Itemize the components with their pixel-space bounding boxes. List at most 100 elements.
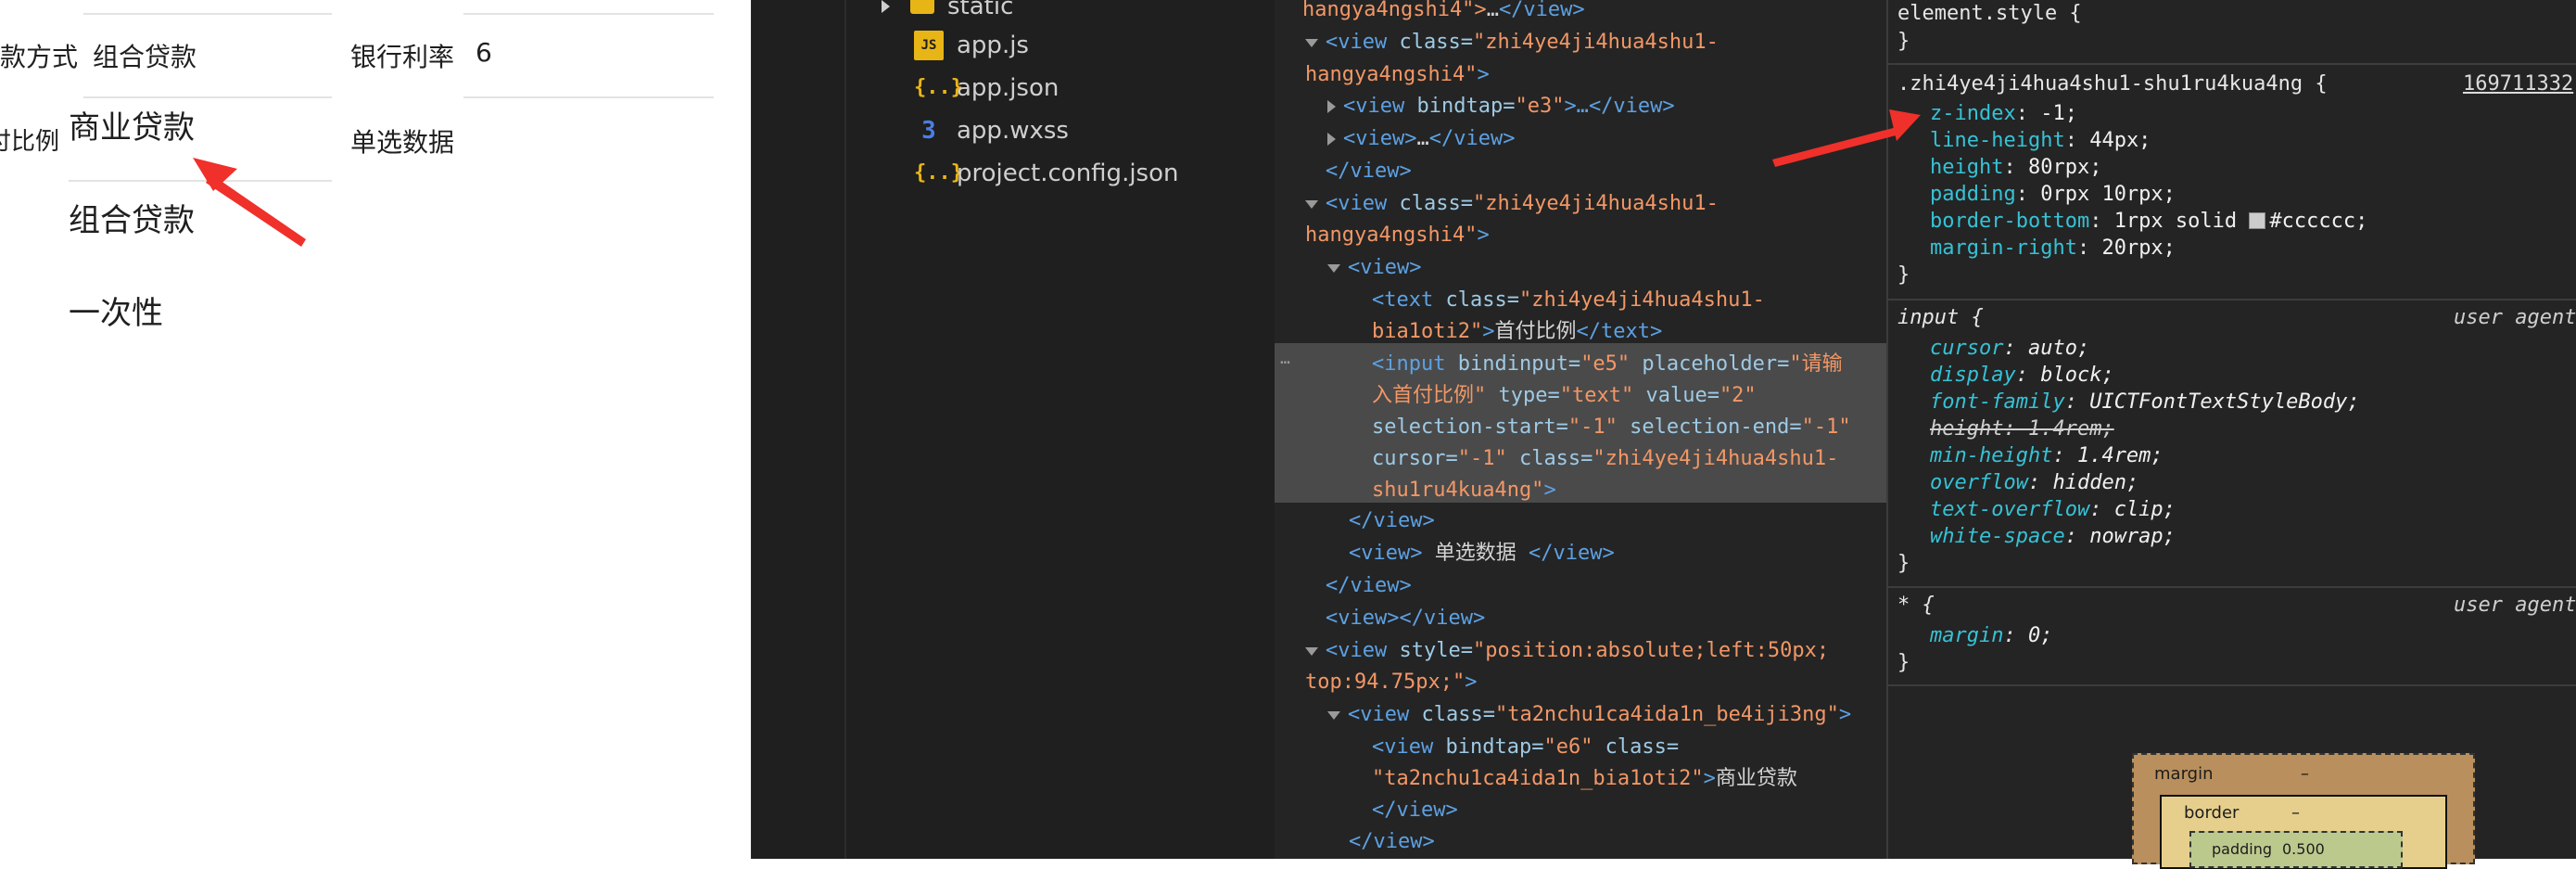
dom-line[interactable]: bia1oti2">首付比例</text>: [1372, 315, 1886, 348]
option-divider: [69, 180, 332, 182]
css-prop-font-family[interactable]: font-family: UICTFontTextStyleBody;: [1930, 389, 2360, 416]
dom-line[interactable]: "ta2nchu1ca4ida1n_bia1oti2">商业贷款: [1372, 762, 1886, 795]
css-prop-height-overridden[interactable]: height: 1.4rem;: [1930, 415, 2114, 443]
dom-line[interactable]: <view></view>: [1326, 602, 1886, 634]
box-model-padding-value: 0.500: [2282, 840, 2325, 858]
box-model-border-label: border: [2184, 803, 2240, 823]
dom-line[interactable]: <view bindtap="e6" class=: [1372, 731, 1886, 763]
radio-data-label: 单选数据: [350, 127, 455, 158]
collapse-arrow-icon[interactable]: [1327, 133, 1336, 146]
js-file-icon: JS: [914, 31, 944, 60]
dom-line[interactable]: </view>: [1326, 569, 1886, 602]
dom-line[interactable]: <view class="zhi4ye4ji4hua4shu1-: [1305, 26, 1886, 58]
dom-line[interactable]: <view bindtap="e3">…</view>: [1327, 90, 1886, 122]
box-model-margin-label: margin: [2154, 764, 2214, 784]
rule-close-brace: }: [1897, 30, 1910, 53]
rule-divider: [1888, 63, 2576, 65]
file-name: project.config.json: [957, 160, 1179, 187]
dom-line[interactable]: 入首付比例" type="text" value="2": [1372, 379, 1886, 412]
file-item-project-config[interactable]: {..} project.config.json: [914, 159, 1178, 188]
simulator-preview: 款方式 组合贷款 银行利率 6 付比例 单选数据 商业贷款 组合贷款 一次性: [0, 0, 751, 859]
row-divider: [463, 96, 714, 98]
css-prop-line-height[interactable]: line-height: 44px;: [1930, 127, 2151, 155]
box-model-padding-label: padding: [2212, 840, 2273, 858]
json-file-icon: {..}: [914, 76, 963, 99]
file-name: app.json: [957, 74, 1060, 102]
dom-line[interactable]: hangya4ngshi4">: [1305, 219, 1886, 251]
styles-panel: element.style { } .zhi4ye4ji4hua4shu1-sh…: [1886, 0, 2576, 859]
user-agent-label: user agent: [2454, 594, 2576, 617]
css-prop-border-bottom[interactable]: border-bottom: 1rpx solid #cccccc;: [1930, 208, 2367, 236]
expand-arrow-icon[interactable]: [1305, 199, 1318, 209]
rule1-selector[interactable]: .zhi4ye4ji4hua4shu1-shu1ru4kua4ng {: [1897, 70, 2328, 98]
css-prop-z-index[interactable]: z-index: -1;: [1930, 100, 2077, 128]
node-actions-ellipsis[interactable]: …: [1280, 349, 1290, 368]
dom-line-selected-input[interactable]: <input bindinput="e5" placeholder="请输: [1372, 348, 1886, 380]
elements-panel: hangya4ngshi4">…</view> <view class="zhi…: [1275, 0, 1886, 859]
file-name: app.js: [957, 32, 1029, 59]
rule-close-brace: }: [1897, 552, 1910, 575]
option-commercial-loan[interactable]: 商业贷款: [69, 102, 195, 147]
dom-line[interactable]: <view>…</view>: [1327, 122, 1886, 155]
dom-line[interactable]: hangya4ngshi4">: [1305, 58, 1886, 91]
row-divider: [83, 13, 332, 15]
color-swatch[interactable]: [2249, 212, 2266, 229]
file-item-static[interactable]: static: [882, 0, 1013, 20]
expand-arrow-icon[interactable]: [1305, 646, 1318, 656]
file-item-app-js[interactable]: JS app.js: [914, 31, 1029, 60]
rule1-source-link[interactable]: 169711332: [2463, 70, 2573, 98]
css-prop-margin-right[interactable]: margin-right: 20rpx;: [1930, 235, 2176, 262]
loan-method-value[interactable]: 组合贷款: [93, 37, 197, 74]
dom-line[interactable]: <view class="zhi4ye4ji4hua4shu1-: [1305, 187, 1886, 220]
css-prop-padding[interactable]: padding: 0rpx 10rpx;: [1930, 181, 2176, 209]
expand-arrow-icon[interactable]: [1327, 263, 1340, 273]
box-model-margin-value: –: [2301, 764, 2309, 784]
css-file-icon: 3: [921, 117, 936, 145]
dom-line[interactable]: cursor="-1" class="zhi4ye4ji4hua4shu1-: [1372, 442, 1886, 475]
dom-line[interactable]: </view>: [1349, 505, 1886, 537]
folder-icon: [910, 0, 934, 14]
css-prop-height[interactable]: height: 80rpx;: [1930, 154, 2101, 182]
row-divider: [83, 96, 332, 98]
file-item-app-json[interactable]: {..} app.json: [914, 73, 1059, 103]
chevron-right-icon[interactable]: [882, 0, 890, 13]
collapse-arrow-icon[interactable]: [1327, 100, 1336, 113]
file-item-app-wxss[interactable]: 3 app.wxss: [914, 116, 1069, 146]
css-prop-display[interactable]: display: block;: [1930, 362, 2114, 390]
dom-line[interactable]: <view> 单选数据 </view>: [1349, 537, 1886, 569]
dom-line[interactable]: <view class="ta2nchu1ca4ida1n_be4iji3ng"…: [1327, 698, 1886, 731]
css-prop-margin[interactable]: margin: 0;: [1930, 622, 2052, 650]
expand-arrow-icon[interactable]: [1305, 38, 1318, 47]
box-model-border-value: –: [2291, 803, 2300, 823]
dom-line[interactable]: </view>: [1372, 794, 1886, 826]
rule3-selector[interactable]: * {: [1897, 592, 1935, 620]
dom-line[interactable]: <view>: [1327, 251, 1886, 284]
bank-rate-input[interactable]: 6: [476, 37, 492, 68]
rule-divider: [1888, 684, 2576, 686]
down-payment-label: 付比例: [0, 128, 60, 156]
file-name: app.wxss: [957, 117, 1069, 145]
css-prop-white-space[interactable]: white-space: nowrap;: [1930, 523, 2176, 551]
file-tree-panel: static JS app.js {..} app.json 3 app.wxs…: [751, 0, 1275, 859]
expand-arrow-icon[interactable]: [1327, 710, 1340, 720]
tree-indent-guide: [844, 0, 846, 859]
css-prop-overflow[interactable]: overflow: hidden;: [1930, 469, 2138, 497]
dom-line[interactable]: <text class="zhi4ye4ji4hua4shu1-: [1372, 284, 1886, 316]
dom-line[interactable]: top:94.75px;">: [1305, 666, 1886, 698]
css-prop-text-overflow[interactable]: text-overflow: clip;: [1930, 496, 2176, 524]
dom-line[interactable]: </view>: [1349, 825, 1886, 858]
dom-line[interactable]: hangya4ngshi4">…</view>: [1302, 0, 1886, 26]
option-combined-loan[interactable]: 组合贷款: [69, 195, 195, 240]
file-name: static: [947, 0, 1014, 20]
bank-rate-label: 银行利率: [350, 42, 455, 72]
rule-close-brace: }: [1897, 651, 1910, 674]
css-prop-cursor[interactable]: cursor: auto;: [1930, 335, 2089, 363]
dom-line[interactable]: selection-start="-1" selection-end="-1": [1372, 411, 1886, 443]
option-lump-sum[interactable]: 一次性: [69, 288, 163, 333]
element-style-selector[interactable]: element.style {: [1897, 0, 2082, 28]
dom-line[interactable]: <view style="position:absolute;left:50px…: [1305, 634, 1886, 667]
rule2-selector[interactable]: input {: [1897, 304, 1984, 332]
dom-line[interactable]: </view>: [1326, 155, 1886, 187]
dom-line[interactable]: shu1ru4kua4ng">: [1372, 474, 1886, 506]
css-prop-min-height[interactable]: min-height: 1.4rem;: [1930, 442, 2164, 470]
